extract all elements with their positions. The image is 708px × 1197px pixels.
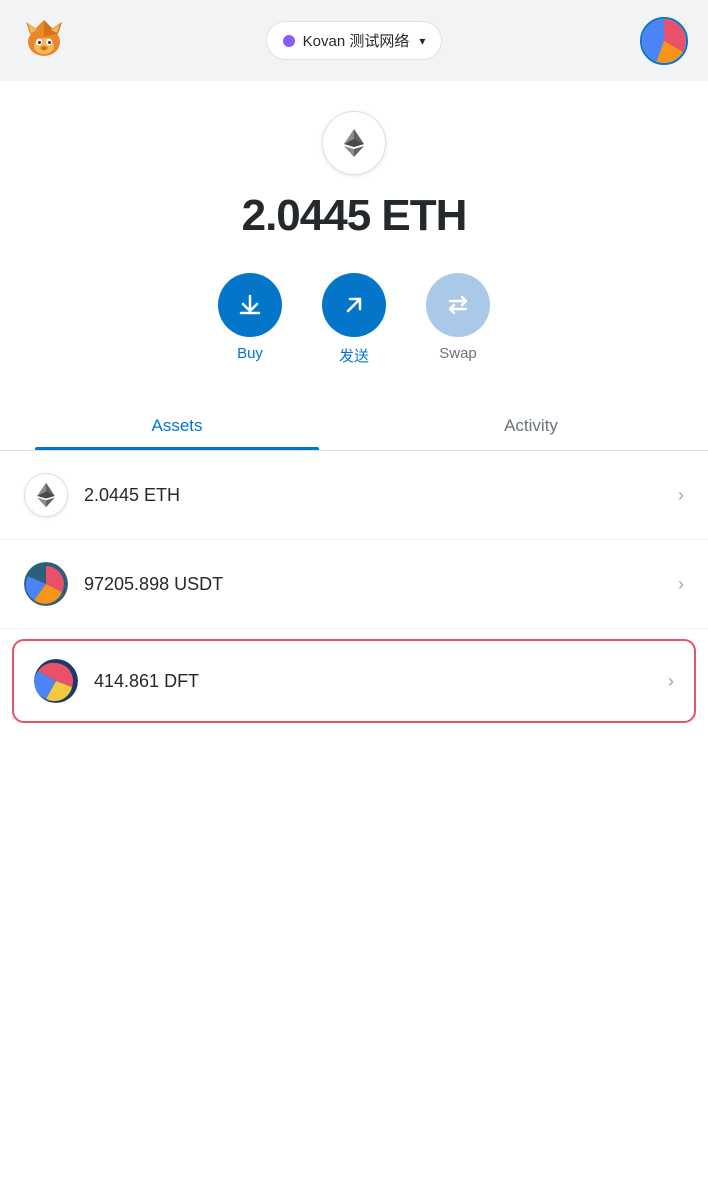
- buy-label: Buy: [237, 345, 263, 362]
- send-label: 发送: [339, 345, 369, 366]
- asset-item-eth[interactable]: 2.0445 ETH ›: [0, 451, 708, 540]
- tabs-container: Assets Activity: [0, 402, 708, 451]
- asset-item-dft[interactable]: 414.861 DFT ›: [12, 639, 696, 723]
- eth-diamond-icon: [32, 481, 60, 509]
- action-buttons-group: Buy 发送 Swap: [218, 273, 490, 366]
- eth-logo-icon: [322, 111, 386, 175]
- buy-button[interactable]: [218, 273, 282, 337]
- send-icon: [340, 291, 368, 319]
- chevron-right-icon: ›: [678, 574, 684, 595]
- metamask-logo: [20, 14, 68, 67]
- chevron-right-icon: ›: [678, 485, 684, 506]
- dft-icon-svg: [34, 659, 78, 703]
- swap-button[interactable]: [426, 273, 490, 337]
- eth-asset-name: 2.0445 ETH: [84, 485, 678, 506]
- network-selector[interactable]: Kovan 测试网络 ▾: [266, 21, 443, 60]
- send-button-wrap[interactable]: 发送: [322, 273, 386, 366]
- tab-assets[interactable]: Assets: [0, 402, 354, 450]
- header: Kovan 测试网络 ▾: [0, 0, 708, 81]
- main-content: 2.0445 ETH Buy 发送: [0, 81, 708, 1197]
- usdt-token-icon: [24, 562, 68, 606]
- usdt-asset-name: 97205.898 USDT: [84, 574, 678, 595]
- usdt-icon-svg: [24, 562, 68, 606]
- download-icon: [236, 291, 264, 319]
- swap-button-wrap[interactable]: Swap: [426, 273, 490, 362]
- tab-activity[interactable]: Activity: [354, 402, 708, 450]
- asset-item-usdt[interactable]: 97205.898 USDT ›: [0, 540, 708, 629]
- send-button[interactable]: [322, 273, 386, 337]
- avatar[interactable]: [640, 17, 688, 65]
- chevron-right-icon: ›: [668, 671, 674, 692]
- eth-balance: 2.0445 ETH: [242, 191, 467, 241]
- eth-token-icon: [24, 473, 68, 517]
- avatar-color: [642, 19, 686, 63]
- asset-list: 2.0445 ETH › 97205.898 USDT ›: [0, 451, 708, 733]
- network-status-dot: [283, 35, 295, 47]
- chevron-down-icon: ▾: [419, 34, 425, 48]
- dft-token-icon: [34, 659, 78, 703]
- swap-icon: [444, 291, 472, 319]
- buy-button-wrap[interactable]: Buy: [218, 273, 282, 362]
- dft-asset-name: 414.861 DFT: [94, 671, 668, 692]
- network-name-label: Kovan 测试网络: [303, 30, 410, 51]
- swap-label: Swap: [439, 345, 477, 362]
